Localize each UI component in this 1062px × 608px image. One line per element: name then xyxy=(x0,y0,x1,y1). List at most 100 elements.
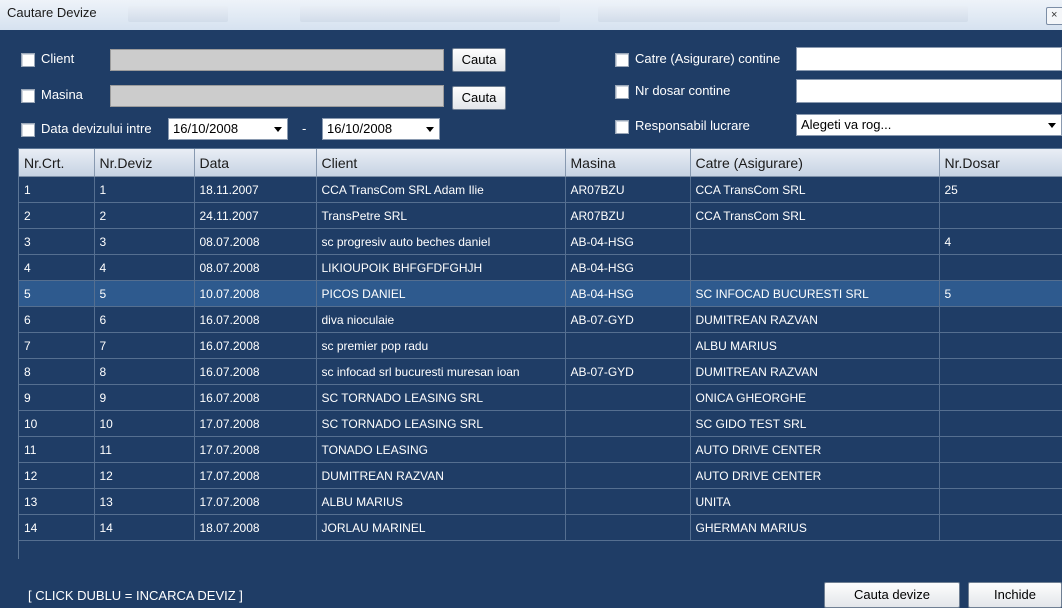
dosar-checkbox[interactable] xyxy=(615,85,629,99)
double-click-hint: [ CLICK DUBLU = INCARCA DEVIZ ] xyxy=(28,588,243,603)
cell-client: diva nioculaie xyxy=(316,306,566,333)
table-row[interactable]: 9 9 16.07.2008 SC TORNADO LEASING SRL ONICA … xyxy=(19,384,1062,411)
cell-nr-dosar xyxy=(939,488,1062,515)
cell-masina xyxy=(565,410,691,437)
table-row[interactable]: 8 8 16.07.2008 sc infocad srl bucuresti mur… xyxy=(19,358,1062,385)
cell-nr-dosar xyxy=(939,410,1062,437)
table-row[interactable]: 4 4 08.07.2008 LIKIOUPOIK BHFGFDFGHJH AB-04-… xyxy=(19,254,1062,281)
results-grid[interactable]: Nr.Crt. Nr.Deviz Data Client Masina Catr… xyxy=(18,148,1062,559)
cell-nr-deviz: 14 xyxy=(94,514,195,541)
column-header-nr-dosar[interactable]: Nr.Dosar xyxy=(939,149,1062,177)
cell-catre xyxy=(690,228,940,255)
table-row[interactable]: 13 13 17.07.2008 ALBU MARIUS UNITA xyxy=(19,488,1062,515)
search-devize-button[interactable]: Cauta devize xyxy=(824,582,960,608)
cell-masina: AB-04-HSG xyxy=(565,280,691,307)
table-row[interactable]: 7 7 16.07.2008 sc premier pop radu ALBU MARI… xyxy=(19,332,1062,359)
cell-client: sc infocad srl bucuresti muresan ioan xyxy=(316,358,566,385)
cell-data: 16.07.2008 xyxy=(194,358,317,385)
cell-client: LIKIOUPOIK BHFGFDFGHJH xyxy=(316,254,566,281)
cell-nr-deviz: 1 xyxy=(94,176,195,203)
date-range-checkbox[interactable] xyxy=(21,123,35,137)
table-row[interactable]: 11 11 17.07.2008 TONADO LEASING AUTO DRIVE … xyxy=(19,436,1062,463)
close-button[interactable]: Inchide xyxy=(968,582,1062,608)
cell-nr-crt: 7 xyxy=(19,332,95,359)
table-row[interactable]: 12 12 17.07.2008 DUMITREAN RAZVAN AUTO DRIV… xyxy=(19,462,1062,489)
cell-nr-crt: 4 xyxy=(19,254,95,281)
cell-nr-dosar xyxy=(939,436,1062,463)
cell-catre: CCA TransCom SRL xyxy=(690,176,940,203)
cell-masina: AR07BZU xyxy=(565,176,691,203)
cell-nr-crt: 8 xyxy=(19,358,95,385)
date-to-picker[interactable]: 16/10/2008 xyxy=(322,118,440,140)
cell-masina xyxy=(565,384,691,411)
cell-data: 17.07.2008 xyxy=(194,410,317,437)
cell-nr-crt: 9 xyxy=(19,384,95,411)
cell-client: TransPetre SRL xyxy=(316,202,566,229)
column-header-data[interactable]: Data xyxy=(194,149,317,177)
cell-data: 16.07.2008 xyxy=(194,384,317,411)
masina-checkbox[interactable] xyxy=(21,89,35,103)
cell-client: sc progresiv auto beches daniel xyxy=(316,228,566,255)
cell-catre: ONICA GHEORGHE xyxy=(690,384,940,411)
cell-nr-dosar xyxy=(939,202,1062,229)
date-from-picker[interactable]: 16/10/2008 xyxy=(168,118,288,140)
masina-search-button[interactable]: Cauta xyxy=(452,86,506,110)
cell-nr-deviz: 8 xyxy=(94,358,195,385)
table-row[interactable]: 2 2 24.11.2007 TransPetre SRL AR07BZU CCA Tra… xyxy=(19,202,1062,229)
dosar-input[interactable] xyxy=(796,79,1062,103)
results-table: Nr.Crt. Nr.Deviz Data Client Masina Catr… xyxy=(19,149,1062,541)
catre-input[interactable] xyxy=(796,47,1062,71)
cell-nr-deviz: 13 xyxy=(94,488,195,515)
cell-nr-deviz: 9 xyxy=(94,384,195,411)
cell-client: CCA TransCom SRL Adam Ilie xyxy=(316,176,566,203)
column-header-nr-deviz[interactable]: Nr.Deviz xyxy=(94,149,195,177)
catre-checkbox[interactable] xyxy=(615,53,629,67)
date-range-label: Data devizului intre xyxy=(41,121,152,136)
client-input[interactable] xyxy=(110,49,444,71)
chevron-down-icon xyxy=(274,127,282,132)
cell-nr-dosar xyxy=(939,254,1062,281)
cell-nr-crt: 12 xyxy=(19,462,95,489)
table-row[interactable]: 10 10 17.07.2008 SC TORNADO LEASING SRL SC … xyxy=(19,410,1062,437)
table-row[interactable]: 6 6 16.07.2008 diva nioculaie AB-07-GYD DUMI… xyxy=(19,306,1062,333)
table-row[interactable]: 1 1 18.11.2007 CCA TransCom SRL Adam Ilie AR… xyxy=(19,176,1062,203)
date-separator: - xyxy=(302,121,307,136)
cell-masina: AR07BZU xyxy=(565,202,691,229)
cell-client: sc premier pop radu xyxy=(316,332,566,359)
background-window-strip xyxy=(598,6,968,22)
table-row[interactable]: 14 14 18.07.2008 JORLAU MARINEL GHERMAN MAR… xyxy=(19,514,1062,541)
cell-nr-deviz: 3 xyxy=(94,228,195,255)
cell-catre: UNITA xyxy=(690,488,940,515)
chevron-down-icon xyxy=(1048,123,1056,128)
column-header-nr-crt[interactable]: Nr.Crt. xyxy=(19,149,95,177)
cell-nr-deviz: 7 xyxy=(94,332,195,359)
cell-nr-dosar xyxy=(939,462,1062,489)
client-search-button[interactable]: Cauta xyxy=(452,48,506,72)
results-body: 1 1 18.11.2007 CCA TransCom SRL Adam Ilie AR… xyxy=(19,176,1062,541)
client-checkbox[interactable] xyxy=(21,53,35,67)
responsabil-select[interactable]: Alegeti va rog... xyxy=(796,114,1062,136)
cell-client: ALBU MARIUS xyxy=(316,488,566,515)
cell-nr-deviz: 11 xyxy=(94,436,195,463)
column-header-catre[interactable]: Catre (Asigurare) xyxy=(690,149,940,177)
cell-masina: AB-07-GYD xyxy=(565,358,691,385)
table-row[interactable]: 5 5 10.07.2008 PICOS DANIEL AB-04-HSG SC INF… xyxy=(19,280,1062,307)
background-window-strip xyxy=(300,6,560,22)
cell-masina xyxy=(565,462,691,489)
cell-masina xyxy=(565,488,691,515)
cell-catre: ALBU MARIUS xyxy=(690,332,940,359)
cell-data: 16.07.2008 xyxy=(194,306,317,333)
masina-label: Masina xyxy=(41,87,83,102)
close-window-icon[interactable]: × xyxy=(1046,7,1062,25)
cell-catre: GHERMAN MARIUS xyxy=(690,514,940,541)
cell-nr-crt: 1 xyxy=(19,176,95,203)
cell-data: 08.07.2008 xyxy=(194,254,317,281)
column-header-masina[interactable]: Masina xyxy=(565,149,691,177)
masina-input[interactable] xyxy=(110,85,444,107)
responsabil-checkbox[interactable] xyxy=(615,120,629,134)
cell-nr-dosar xyxy=(939,384,1062,411)
column-header-client[interactable]: Client xyxy=(316,149,566,177)
cell-nr-dosar xyxy=(939,514,1062,541)
cell-catre: AUTO DRIVE CENTER xyxy=(690,436,940,463)
table-row[interactable]: 3 3 08.07.2008 sc progresiv auto beches dan… xyxy=(19,228,1062,255)
